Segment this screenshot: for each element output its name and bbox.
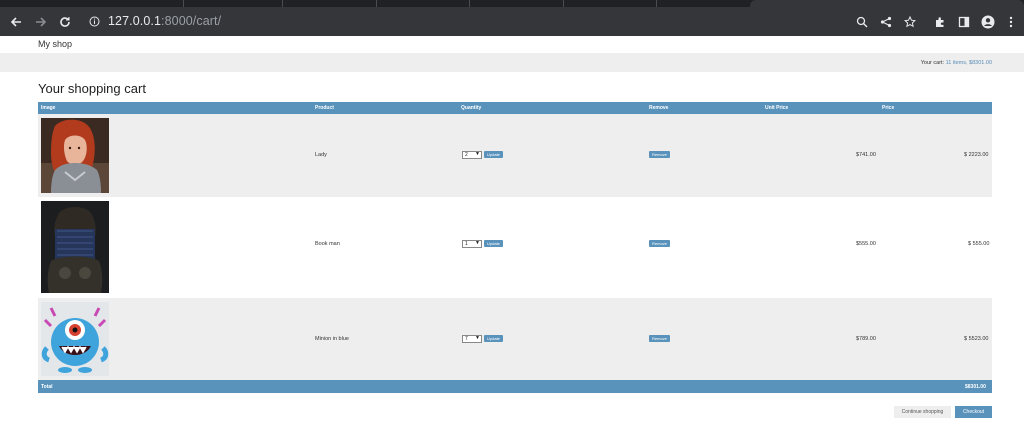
line-price: $ 2223.00 <box>964 152 989 158</box>
update-button[interactable]: Update <box>484 151 503 158</box>
product-name[interactable]: Lady <box>315 152 327 158</box>
url-path: :8000/cart/ <box>161 14 222 28</box>
line-price: $ 5523.00 <box>964 336 989 342</box>
table-header: Image Product Quantity Remove Unit Price… <box>38 102 992 114</box>
site-brand[interactable]: My shop <box>38 39 72 49</box>
quantity-select[interactable]: 7 ▼ <box>462 335 482 343</box>
chevron-down-icon: ▼ <box>475 240 480 246</box>
profile-icon[interactable] <box>980 7 996 36</box>
quantity-select[interactable]: 2 ▼ <box>462 151 482 159</box>
url-host: 127.0.0.1 <box>108 14 162 28</box>
menu-icon[interactable] <box>1004 7 1018 36</box>
product-name[interactable]: Book man <box>315 241 340 247</box>
table-row: Minion in blue 7 ▼ Update Remove $789.00 … <box>38 298 992 380</box>
table-footer: Total $8301.00 <box>38 380 992 393</box>
quantity-value: 7 <box>465 336 468 342</box>
zoom-icon[interactable] <box>854 7 870 36</box>
quantity-value: 1 <box>465 241 468 247</box>
total-value: $8301.00 <box>965 384 986 390</box>
tab-divider <box>656 0 657 7</box>
tab-divider <box>282 0 283 7</box>
col-header-price: Price <box>882 105 895 111</box>
sidepanel-icon[interactable] <box>956 7 972 36</box>
table-row: Book man 1 ▼ Update Remove $555.00 $ 555.… <box>38 197 992 298</box>
chevron-down-icon: ▼ <box>475 151 480 157</box>
quantity-select[interactable]: 1 ▼ <box>462 240 482 248</box>
active-tab[interactable] <box>750 0 1024 7</box>
cart-summary-bar: Your cart: 11 items, $8301.00 <box>0 53 1024 72</box>
line-price: $ 555.00 <box>968 241 990 247</box>
cart-summary-link[interactable]: 11 items, $8301.00 <box>946 60 992 66</box>
total-label: Total <box>41 384 53 390</box>
col-header-remove: Remove <box>649 105 669 111</box>
browser-tabstrip <box>0 0 1024 7</box>
tab-divider <box>563 0 564 7</box>
chevron-down-icon: ▼ <box>475 335 480 341</box>
star-icon[interactable] <box>902 7 918 36</box>
update-button[interactable]: Update <box>484 335 503 342</box>
col-header-unit-price: Unit Price <box>765 105 789 111</box>
product-name[interactable]: Minion in blue <box>315 336 349 342</box>
cart-table: Image Product Quantity Remove Unit Price… <box>38 102 992 393</box>
cart-summary-label: Your cart: <box>920 60 945 66</box>
remove-button[interactable]: Remove <box>649 240 670 247</box>
url-text: 127.0.0.1:8000/cart/ <box>108 14 221 28</box>
unit-price: $789.00 <box>856 336 876 342</box>
remove-button[interactable]: Remove <box>649 151 670 158</box>
update-button[interactable]: Update <box>484 240 503 247</box>
reload-icon[interactable] <box>57 7 73 36</box>
tab-divider <box>376 0 377 7</box>
product-image[interactable] <box>41 201 109 293</box>
info-icon[interactable] <box>88 7 100 36</box>
remove-button[interactable]: Remove <box>649 335 670 342</box>
table-row: Lady 2 ▼ Update Remove $741.00 $ 2223.00 <box>38 114 992 197</box>
col-header-image: Image <box>41 105 56 111</box>
continue-shopping-button[interactable]: Continue shopping <box>894 406 951 418</box>
tab-divider <box>183 0 184 7</box>
col-header-product: Product <box>315 105 334 111</box>
checkout-button[interactable]: Checkout <box>955 406 992 418</box>
back-icon[interactable] <box>8 7 24 36</box>
cart-summary: Your cart: 11 items, $8301.00 <box>921 60 992 66</box>
page-title: Your shopping cart <box>38 81 146 96</box>
unit-price: $555.00 <box>856 241 876 247</box>
unit-price: $741.00 <box>856 152 876 158</box>
share-icon[interactable] <box>878 7 894 36</box>
site-header: My shop <box>0 36 1024 53</box>
product-image[interactable] <box>41 302 109 376</box>
forward-icon[interactable] <box>33 7 49 36</box>
col-header-quantity: Quantity <box>461 105 482 111</box>
product-image[interactable] <box>41 118 109 193</box>
extensions-icon[interactable] <box>932 7 948 36</box>
quantity-value: 2 <box>465 152 468 158</box>
tab-divider <box>469 0 470 7</box>
browser-toolbar: 127.0.0.1:8000/cart/ <box>0 7 1024 36</box>
